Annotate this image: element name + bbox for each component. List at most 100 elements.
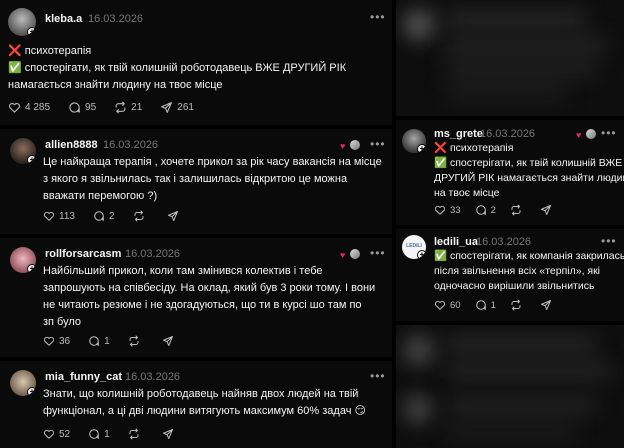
post-date: 16.03.2026 [125,248,181,260]
like-button[interactable]: 33 [434,204,461,216]
heart-icon [43,335,55,347]
post-text: Це найкраща терапія , хочете прикол за р… [43,156,382,202]
username[interactable]: kleba.a [45,13,82,25]
post-actions: 36 1 [43,335,196,347]
comment-icon [475,299,487,311]
share-icon [162,335,174,347]
heart-icon [434,204,446,216]
share-button[interactable] [162,428,178,440]
like-button[interactable]: 4 285 [8,101,50,114]
share-button[interactable] [540,299,556,311]
post-text: ✅ спостерігати, як компанія закрилась пі… [434,250,624,292]
share-button[interactable]: 261 [160,101,194,114]
post-actions: 113 2 [43,210,201,222]
post-actions: 4 285 95 21 261 [8,101,212,114]
post-actions: 33 2 [434,204,570,216]
comment-icon [88,335,100,347]
follow-plus-icon[interactable]: + [27,155,36,164]
follow-plus-icon[interactable]: + [27,264,36,273]
post-text: ❌ психотерапія ✅ спостерігати, як твій к… [434,142,624,199]
comment-button[interactable]: 95 [68,101,96,114]
post[interactable]: + mia_funny_cat 16.03.2026 ••• Знати, що… [0,361,392,448]
comment-icon [88,428,100,440]
repost-icon [510,299,522,311]
repost-icon [114,101,127,114]
repost-button[interactable] [128,428,144,440]
repost-icon [510,204,522,216]
comment-icon [475,204,487,216]
post[interactable]: + ms_grete 16.03.2026 ♥ ••• ❌ психотерап… [396,120,624,225]
post[interactable]: + rollforsarcasm 16.03.2026 ♥ ••• Найбіл… [0,238,392,357]
heart-icon [43,428,55,440]
like-button[interactable]: 36 [43,335,70,347]
follow-plus-icon[interactable]: + [417,250,426,259]
repost-icon [128,335,140,347]
post-text: Знати, що колишній роботодавець найняв д… [43,388,366,417]
thread-column-right: + ms_grete 16.03.2026 ♥ ••• ❌ психотерап… [396,0,624,448]
liked-by-author-indicator: ♥ [340,139,364,151]
heart-icon [8,101,21,114]
avatar[interactable]: LEDILI + [402,235,426,259]
comment-button[interactable]: 1 [88,428,110,440]
repost-button[interactable] [510,299,526,311]
share-icon [162,428,174,440]
heart-icon [43,210,55,222]
follow-plus-icon[interactable]: + [417,144,426,153]
share-button[interactable] [167,210,183,222]
username[interactable]: mia_funny_cat [45,371,122,383]
comment-button[interactable]: 2 [93,210,115,222]
post-text: ❌ психотерапія ✅ спостерігати, як твій к… [8,45,347,91]
avatar[interactable]: + [8,8,36,36]
post[interactable]: + allien8888 16.03.2026 ♥ ••• Це найкращ… [0,129,392,234]
post[interactable]: LEDILI + ledili_ua 16.03.2026 ••• ✅ спос… [396,229,624,321]
comment-button[interactable]: 2 [475,204,496,216]
post-date: 16.03.2026 [125,371,181,383]
comment-button[interactable]: 1 [88,335,110,347]
post-date: 16.03.2026 [103,139,159,151]
avatar[interactable]: + [10,247,36,273]
liked-by-author-indicator: ♥ [340,248,364,260]
share-button[interactable] [162,335,178,347]
post[interactable]: + kleba.a 16.03.2026 ••• ❌ психотерапія … [0,0,392,126]
avatar[interactable]: + [10,370,36,396]
repost-button[interactable] [510,204,526,216]
post-date: 16.03.2026 [476,236,532,248]
blurred-content [396,0,624,116]
follow-plus-icon[interactable]: + [27,27,36,36]
comment-icon [68,101,81,114]
like-button[interactable]: 60 [434,299,461,311]
more-icon[interactable]: ••• [601,126,617,140]
post-actions: 60 1 [434,299,570,311]
repost-button[interactable] [133,210,149,222]
blurred-content [396,325,624,448]
repost-icon [133,210,145,222]
like-button[interactable]: 113 [43,210,75,222]
more-icon[interactable]: ••• [370,137,386,151]
thread-column-left: + kleba.a 16.03.2026 ••• ❌ психотерапія … [0,0,392,448]
like-button[interactable]: 52 [43,428,70,440]
post-actions: 52 1 [43,428,196,440]
liked-by-author-indicator: ♥ [576,128,600,140]
ledili-logo: LEDILI [406,243,422,249]
comment-button[interactable]: 1 [475,299,496,311]
repost-icon [128,428,140,440]
username[interactable]: ledili_ua [434,236,478,248]
share-button[interactable] [540,204,556,216]
more-icon[interactable]: ••• [601,234,617,248]
share-icon [160,101,173,114]
repost-button[interactable]: 21 [114,101,142,114]
share-icon [167,210,179,222]
comment-icon [93,210,105,222]
share-icon [540,204,552,216]
more-icon[interactable]: ••• [370,369,386,383]
heart-icon [434,299,446,311]
username[interactable]: allien8888 [45,139,98,151]
username[interactable]: ms_grete [434,128,483,140]
username[interactable]: rollforsarcasm [45,248,121,260]
follow-plus-icon[interactable]: + [27,387,36,396]
more-icon[interactable]: ••• [370,10,386,24]
more-icon[interactable]: ••• [370,246,386,260]
avatar[interactable]: + [10,138,36,164]
repost-button[interactable] [128,335,144,347]
avatar[interactable]: + [402,129,426,153]
